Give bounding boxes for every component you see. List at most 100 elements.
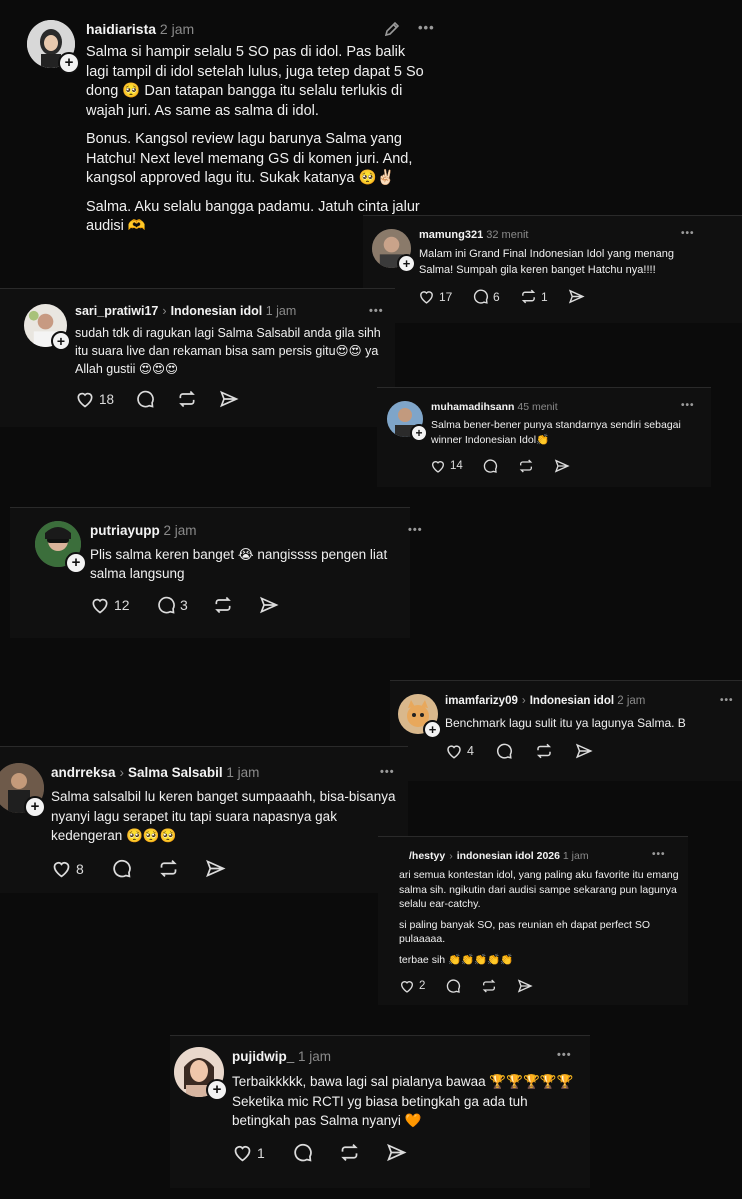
- repost-button[interactable]: [518, 458, 554, 474]
- like-button[interactable]: 14: [430, 458, 482, 474]
- heart-icon: [77, 392, 93, 408]
- chevron-right-icon: ›: [449, 850, 453, 862]
- share-button[interactable]: [386, 1142, 407, 1163]
- topic-tag[interactable]: Indonesian idol: [171, 304, 263, 318]
- action-bar: 12 3: [90, 595, 279, 615]
- more-icon[interactable]: •••: [418, 20, 435, 35]
- more-icon[interactable]: •••: [380, 766, 395, 778]
- username[interactable]: imamfarizy09: [445, 695, 518, 707]
- paragraph: Salma si hampir selalu 5 SO pas di idol.…: [86, 44, 424, 119]
- follow-plus-icon[interactable]: +: [51, 331, 71, 351]
- like-button[interactable]: 17: [418, 288, 472, 305]
- follow-plus-icon[interactable]: +: [397, 254, 416, 273]
- repost-button[interactable]: [213, 595, 259, 615]
- post-text: Benchmark lagu sulit itu ya lagunya Salm…: [445, 716, 686, 730]
- like-count: 4: [467, 744, 474, 758]
- topic-tag[interactable]: indonesian idol 2026: [457, 850, 560, 862]
- username[interactable]: pujidwip_: [232, 1049, 294, 1064]
- like-count: 14: [450, 460, 463, 472]
- reply-count: 3: [180, 597, 188, 613]
- post-card: + putriayupp 2 jam ••• Plis salma keren …: [10, 507, 422, 638]
- repost-button[interactable]: [535, 742, 575, 760]
- share-button[interactable]: [554, 458, 570, 474]
- paragraph: ari semua kontestan idol, yang paling ak…: [399, 869, 679, 910]
- follow-plus-icon[interactable]: +: [24, 796, 46, 818]
- like-button[interactable]: 2: [399, 978, 445, 994]
- post-text: Malam ini Grand Final Indonesian Idol ya…: [419, 248, 674, 276]
- paragraph: si paling banyak SO, pas reunian eh dapa…: [399, 918, 650, 946]
- post-text: Salma si hampir selalu 5 SO pas di idol.…: [86, 43, 426, 237]
- topic-tag[interactable]: Salma Salsabil: [128, 765, 223, 780]
- reply-button[interactable]: [292, 1142, 339, 1163]
- username[interactable]: haidiarista: [86, 21, 156, 37]
- more-icon[interactable]: •••: [369, 305, 384, 317]
- post-text: Salma salsalbil lu keren banget sumpaaah…: [51, 789, 396, 843]
- repost-button[interactable]: [158, 858, 205, 879]
- username[interactable]: /hestyy: [409, 850, 445, 862]
- timestamp: 2 jam: [159, 21, 195, 37]
- heart-icon: [447, 745, 461, 759]
- reply-button[interactable]: [445, 978, 481, 994]
- send-icon: [206, 859, 226, 878]
- follow-plus-icon[interactable]: +: [410, 424, 428, 442]
- share-button[interactable]: [575, 742, 593, 760]
- repost-button[interactable]: [177, 389, 219, 409]
- more-icon[interactable]: •••: [408, 524, 423, 536]
- repost-icon: [215, 596, 231, 614]
- reply-button[interactable]: [482, 458, 518, 474]
- like-button[interactable]: 1: [232, 1142, 292, 1163]
- repost-button[interactable]: 1: [520, 288, 568, 305]
- post-text: sudah tdk di ragukan lagi Salma Salsabil…: [75, 326, 381, 376]
- follow-plus-icon[interactable]: +: [423, 720, 442, 739]
- action-bar: 1: [232, 1142, 407, 1163]
- send-icon: [260, 596, 279, 614]
- more-icon[interactable]: •••: [681, 228, 695, 239]
- reply-button[interactable]: [135, 389, 177, 409]
- like-button[interactable]: 8: [51, 858, 111, 879]
- send-icon: [568, 289, 585, 304]
- share-button[interactable]: [259, 595, 279, 615]
- repost-icon: [179, 390, 195, 408]
- username[interactable]: sari_pratiwi17: [75, 304, 158, 318]
- reply-button[interactable]: [495, 742, 535, 760]
- post-header: mamung321 32 menit: [419, 229, 528, 241]
- share-button[interactable]: [517, 978, 533, 994]
- topic-tag[interactable]: Indonesian idol: [530, 695, 614, 707]
- username[interactable]: andrreksa: [51, 765, 116, 780]
- comment-icon: [137, 390, 154, 408]
- share-button[interactable]: [205, 858, 226, 879]
- repost-button[interactable]: [339, 1142, 386, 1163]
- heart-icon: [420, 291, 433, 304]
- follow-plus-icon[interactable]: +: [58, 52, 80, 74]
- repost-icon: [160, 860, 177, 877]
- comment-icon: [113, 859, 131, 878]
- action-bar: 18: [75, 389, 239, 409]
- repost-icon: [521, 289, 536, 304]
- follow-plus-icon[interactable]: +: [206, 1079, 228, 1101]
- more-icon[interactable]: •••: [720, 695, 734, 706]
- repost-button[interactable]: [481, 978, 517, 994]
- like-button[interactable]: 12: [90, 595, 156, 615]
- follow-plus-icon[interactable]: +: [65, 552, 87, 574]
- more-icon[interactable]: •••: [557, 1049, 572, 1061]
- reply-button[interactable]: 3: [156, 595, 213, 615]
- pencil-icon[interactable]: [383, 20, 401, 43]
- username[interactable]: muhamadihsann: [431, 401, 514, 413]
- share-button[interactable]: [568, 288, 585, 305]
- more-icon[interactable]: •••: [652, 849, 666, 860]
- post-card: + mamung321 32 menit ••• Malam ini Grand…: [363, 215, 742, 323]
- reply-button[interactable]: 6: [472, 288, 520, 305]
- share-button[interactable]: [219, 389, 239, 409]
- like-count: 1: [257, 1144, 265, 1161]
- like-button[interactable]: 18: [75, 389, 135, 409]
- repost-icon: [536, 743, 552, 759]
- reply-button[interactable]: [111, 858, 158, 879]
- username[interactable]: putriayupp: [90, 523, 160, 538]
- like-button[interactable]: 4: [445, 742, 495, 760]
- more-icon[interactable]: •••: [681, 400, 695, 411]
- timestamp: 1 jam: [226, 765, 260, 780]
- comment-icon: [158, 596, 175, 614]
- post-text: Salma bener-bener punya standarnya sendi…: [431, 419, 681, 446]
- action-bar: 17 6 1: [418, 288, 585, 305]
- username[interactable]: mamung321: [419, 229, 483, 241]
